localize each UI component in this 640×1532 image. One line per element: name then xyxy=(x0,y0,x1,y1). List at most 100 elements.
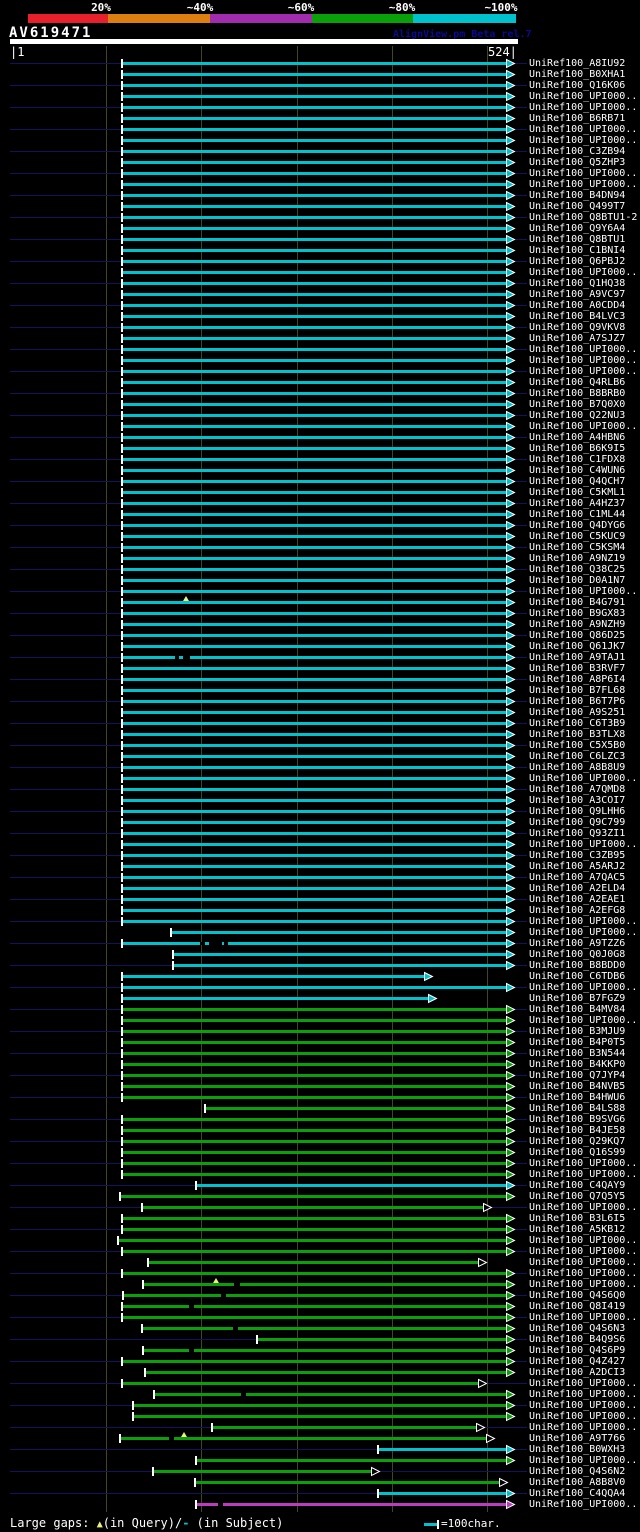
alignment-row[interactable]: UniRef100_C6TDB6 xyxy=(0,971,640,982)
alignment-row[interactable]: UniRef100_UPI000.. xyxy=(0,982,640,993)
alignment-row[interactable]: UniRef100_UPI000.. xyxy=(0,1246,640,1257)
subject-id-label[interactable]: UniRef100_UPI000.. xyxy=(529,1202,637,1213)
alignment-row[interactable]: UniRef100_UPI000.. xyxy=(0,586,640,597)
alignment-bar[interactable] xyxy=(122,337,508,340)
subject-id-label[interactable]: UniRef100_UPI000.. xyxy=(529,91,637,102)
alignment-bar[interactable] xyxy=(122,656,508,659)
alignment-row[interactable]: UniRef100_B4MV84 xyxy=(0,1004,640,1015)
subject-id-label[interactable]: UniRef100_Q1HQ38 xyxy=(529,278,625,289)
subject-id-label[interactable]: UniRef100_B4P0T5 xyxy=(529,1037,625,1048)
subject-id-label[interactable]: UniRef100_Q9C799 xyxy=(529,817,625,828)
alignment-row[interactable]: UniRef100_B0XHA1 xyxy=(0,69,640,80)
alignment-row[interactable]: UniRef100_Q4RLB6 xyxy=(0,377,640,388)
subject-id-label[interactable]: UniRef100_UPI000.. xyxy=(529,1499,637,1510)
subject-id-label[interactable]: UniRef100_UPI000.. xyxy=(529,916,637,927)
alignment-row[interactable]: UniRef100_B6K9I5 xyxy=(0,443,640,454)
subject-id-label[interactable]: UniRef100_C6TDB6 xyxy=(529,971,625,982)
alignment-row[interactable]: UniRef100_C6T3B9 xyxy=(0,718,640,729)
subject-id-label[interactable]: UniRef100_UPI000.. xyxy=(529,1389,637,1400)
alignment-row[interactable]: UniRef100_UPI000.. xyxy=(0,1235,640,1246)
subject-id-label[interactable]: UniRef100_C6LZC3 xyxy=(529,751,625,762)
alignment-bar[interactable] xyxy=(122,1151,508,1154)
alignment-row[interactable]: UniRef100_A7SJZ7 xyxy=(0,333,640,344)
alignment-row[interactable]: UniRef100_A4HZ37 xyxy=(0,498,640,509)
alignment-bar[interactable] xyxy=(122,216,508,219)
subject-id-label[interactable]: UniRef100_Q38C25 xyxy=(529,564,625,575)
alignment-bar[interactable] xyxy=(173,953,508,956)
subject-id-label[interactable]: UniRef100_B7Q0X0 xyxy=(529,399,625,410)
subject-id-label[interactable]: UniRef100_UPI000.. xyxy=(529,1378,637,1389)
alignment-bar[interactable] xyxy=(122,1041,508,1044)
alignment-row[interactable]: UniRef100_B3MJU9 xyxy=(0,1026,640,1037)
alignment-row[interactable]: UniRef100_C3ZB94 xyxy=(0,146,640,157)
alignment-row[interactable]: UniRef100_Q4Z427 xyxy=(0,1356,640,1367)
subject-id-label[interactable]: UniRef100_B3RVF7 xyxy=(529,663,625,674)
alignment-row[interactable]: UniRef100_B4P0T5 xyxy=(0,1037,640,1048)
alignment-row[interactable]: UniRef100_UPI000.. xyxy=(0,1158,640,1169)
alignment-bar[interactable] xyxy=(196,1184,508,1187)
alignment-bar[interactable] xyxy=(122,1360,508,1363)
alignment-row[interactable]: UniRef100_A4HBN6 xyxy=(0,432,640,443)
alignment-row[interactable]: UniRef100_A2EAE1 xyxy=(0,894,640,905)
alignment-bar[interactable] xyxy=(122,227,508,230)
alignment-row[interactable]: UniRef100_C5KML1 xyxy=(0,487,640,498)
alignment-row[interactable]: UniRef100_UPI000.. xyxy=(0,102,640,113)
subject-id-label[interactable]: UniRef100_UPI000.. xyxy=(529,1246,637,1257)
alignment-bar[interactable] xyxy=(122,920,508,923)
alignment-row[interactable]: UniRef100_Q93ZI1 xyxy=(0,828,640,839)
alignment-row[interactable]: UniRef100_C3ZB95 xyxy=(0,850,640,861)
alignment-row[interactable]: UniRef100_UPI000.. xyxy=(0,1389,640,1400)
alignment-bar[interactable] xyxy=(122,821,508,824)
subject-id-label[interactable]: UniRef100_Q0J0G8 xyxy=(529,949,625,960)
alignment-row[interactable]: UniRef100_C5KUC9 xyxy=(0,531,640,542)
alignment-row[interactable]: UniRef100_B7FL68 xyxy=(0,685,640,696)
subject-id-label[interactable]: UniRef100_Q4DYG6 xyxy=(529,520,625,531)
alignment-row[interactable]: UniRef100_UPI000.. xyxy=(0,1411,640,1422)
alignment-bar[interactable] xyxy=(122,73,508,76)
alignment-bar[interactable] xyxy=(122,843,508,846)
alignment-bar[interactable] xyxy=(122,667,508,670)
subject-id-label[interactable]: UniRef100_A9TAJ1 xyxy=(529,652,625,663)
alignment-bar[interactable] xyxy=(122,777,508,780)
alignment-row[interactable]: UniRef100_Q7Q5Y5 xyxy=(0,1191,640,1202)
alignment-row[interactable]: UniRef100_A2DCI3 xyxy=(0,1367,640,1378)
alignment-row[interactable]: UniRef100_A9S251 xyxy=(0,707,640,718)
subject-id-label[interactable]: UniRef100_C1BNI4 xyxy=(529,245,625,256)
alignment-row[interactable]: UniRef100_B4HWU6 xyxy=(0,1092,640,1103)
alignment-bar[interactable] xyxy=(122,601,508,604)
alignment-row[interactable]: UniRef100_B9SVG6 xyxy=(0,1114,640,1125)
alignment-row[interactable]: UniRef100_UPI000.. xyxy=(0,916,640,927)
subject-id-label[interactable]: UniRef100_B4G791 xyxy=(529,597,625,608)
subject-id-label[interactable]: UniRef100_UPI000.. xyxy=(529,1411,637,1422)
alignment-bar[interactable] xyxy=(122,612,508,615)
alignment-row[interactable]: UniRef100_UPI000.. xyxy=(0,421,640,432)
subject-id-label[interactable]: UniRef100_Q16K06 xyxy=(529,80,625,91)
subject-id-label[interactable]: UniRef100_A4HZ37 xyxy=(529,498,625,509)
alignment-row[interactable]: UniRef100_Q4S6Q0 xyxy=(0,1290,640,1301)
alignment-row[interactable]: UniRef100_Q29KQ7 xyxy=(0,1136,640,1147)
alignment-bar[interactable] xyxy=(123,1294,508,1297)
alignment-row[interactable]: UniRef100_A7QMD8 xyxy=(0,784,640,795)
alignment-row[interactable]: UniRef100_UPI000.. xyxy=(0,1015,640,1026)
alignment-bar[interactable] xyxy=(122,1272,508,1275)
alignment-row[interactable]: UniRef100_C1FDX8 xyxy=(0,454,640,465)
alignment-bar[interactable] xyxy=(122,942,508,945)
alignment-bar[interactable] xyxy=(133,1415,508,1418)
alignment-row[interactable]: UniRef100_B4KKP0 xyxy=(0,1059,640,1070)
subject-id-label[interactable]: UniRef100_B3TLX8 xyxy=(529,729,625,740)
subject-id-label[interactable]: UniRef100_B8BDD0 xyxy=(529,960,625,971)
alignment-row[interactable]: UniRef100_C5KSM4 xyxy=(0,542,640,553)
alignment-row[interactable]: UniRef100_B4LVC3 xyxy=(0,311,640,322)
alignment-row[interactable]: UniRef100_B4G791 xyxy=(0,596,640,608)
subject-id-label[interactable]: UniRef100_A2ELD4 xyxy=(529,883,625,894)
alignment-bar[interactable] xyxy=(122,975,426,978)
alignment-bar[interactable] xyxy=(122,568,508,571)
alignment-row[interactable]: UniRef100_B8BDD0 xyxy=(0,960,640,971)
subject-id-label[interactable]: UniRef100_B4JE58 xyxy=(529,1125,625,1136)
subject-id-label[interactable]: UniRef100_UPI000.. xyxy=(529,586,637,597)
alignment-bar[interactable] xyxy=(122,997,430,1000)
subject-id-label[interactable]: UniRef100_UPI000.. xyxy=(529,344,637,355)
subject-id-label[interactable]: UniRef100_A9NZH9 xyxy=(529,619,625,630)
alignment-row[interactable]: UniRef100_B3L6I5 xyxy=(0,1213,640,1224)
subject-id-label[interactable]: UniRef100_Q86D25 xyxy=(529,630,625,641)
